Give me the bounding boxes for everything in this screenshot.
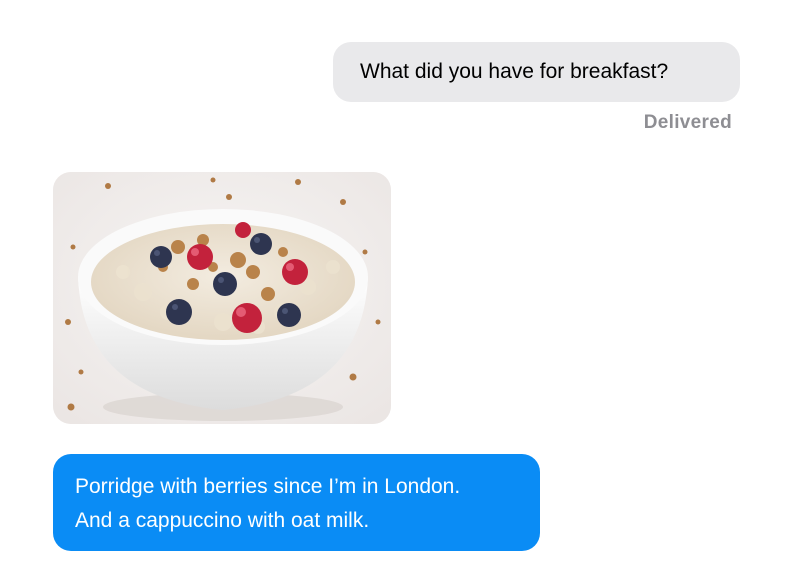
- outgoing-message-text: What did you have for breakfast?: [360, 60, 669, 83]
- incoming-photo-message[interactable]: [53, 172, 391, 424]
- porridge-bowl-photo: [53, 172, 391, 424]
- outgoing-message-bubble[interactable]: What did you have for breakfast?: [333, 42, 740, 102]
- delivery-status: Delivered: [643, 112, 732, 133]
- incoming-message-line-1: Porridge with berries since I’m in Londo…: [75, 475, 461, 498]
- incoming-message-bubble[interactable]: Porridge with berries since I’m in Londo…: [53, 454, 540, 551]
- incoming-message-line-2: And a cappuccino with oat milk.: [75, 509, 370, 532]
